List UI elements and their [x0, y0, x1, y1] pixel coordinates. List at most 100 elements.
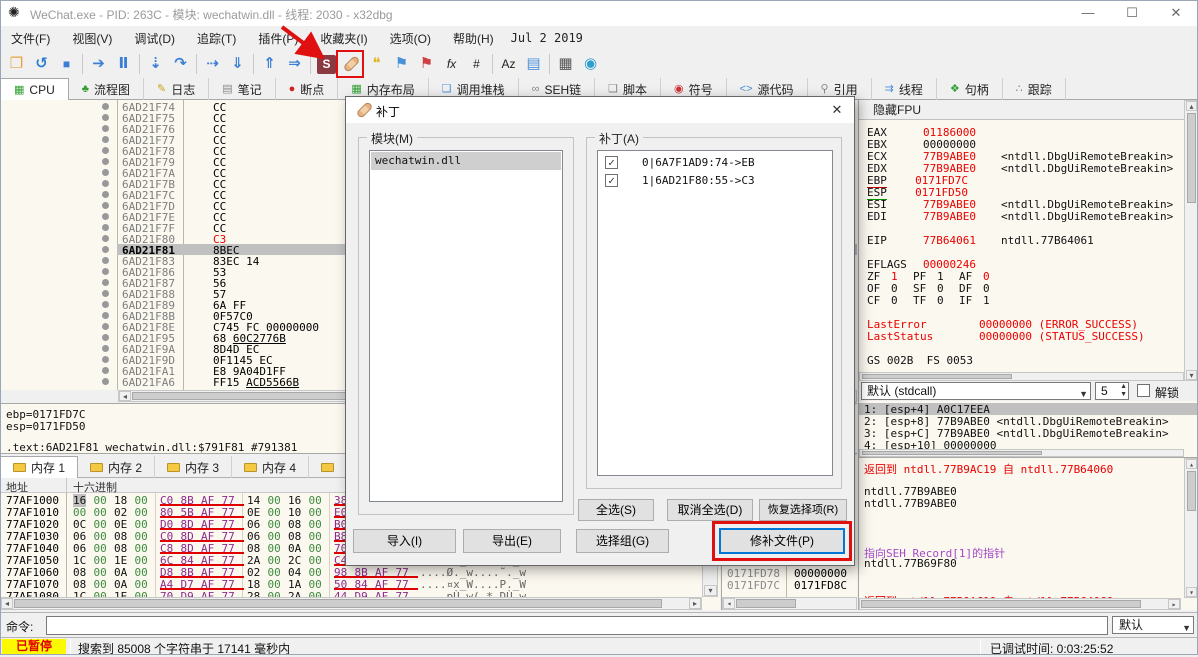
memory-hscrollbar[interactable]: ◂ ▸	[0, 597, 702, 610]
spinner-up-icon[interactable]: ▲	[1120, 383, 1127, 391]
menu-item-0[interactable]: 文件(F)	[0, 27, 61, 50]
breakpoint-dot[interactable]	[102, 312, 109, 319]
breakpoint-dot[interactable]	[102, 246, 109, 253]
stop-icon[interactable]: ■	[54, 52, 79, 76]
memory-tab-1[interactable]: 内存 1	[0, 456, 79, 478]
unlock-checkbox[interactable]	[1137, 384, 1150, 397]
breakpoint-dot[interactable]	[102, 290, 109, 297]
memory-tab-5[interactable]	[309, 456, 348, 478]
tab-notes[interactable]: ▤ 笔记	[209, 78, 276, 100]
comment-icon[interactable]: ❝	[364, 52, 389, 76]
breakpoint-dot[interactable]	[102, 367, 109, 374]
registers-hscrollbar[interactable]	[859, 372, 1184, 381]
detach-icon[interactable]: ⇒	[282, 52, 307, 76]
calling-convention-select[interactable]: 默认 (stdcall) ▼	[861, 382, 1091, 400]
register-row[interactable]: EIP 77B64061 ntdll.77B64061	[867, 234, 1094, 247]
breakpoint-dot[interactable]	[102, 136, 109, 143]
breakpoint-dot[interactable]	[102, 268, 109, 275]
breakpoint-dot[interactable]	[102, 224, 109, 231]
breakpoint-dot[interactable]	[102, 158, 109, 165]
memory-row[interactable]: 77AF1060 08 00 0A 00 D8 8B AF 77 02 00 04 00 98 8B AF 77…	[0, 566, 720, 579]
minimize-button[interactable]: —	[1066, 0, 1110, 26]
registers-vscrollbar[interactable]: ▴ ▾	[1184, 100, 1198, 381]
patch-file-button[interactable]: 修补文件(P)	[719, 528, 845, 554]
hash-icon[interactable]: #	[464, 52, 489, 76]
tab-handles[interactable]: ❖ 句柄	[937, 78, 1003, 100]
breakpoint-dot[interactable]	[102, 378, 109, 385]
patch-list-item[interactable]: ✓ 1|6AD21F80:55->C3	[598, 172, 832, 190]
arguments-rows[interactable]: 1: [esp+4] A0C17EEA 2: [esp+8] 77B9ABE0 <…	[859, 401, 1198, 449]
dialog-close-icon[interactable]: ✕	[824, 101, 850, 119]
stack-row[interactable]: 0171FD78 00000000	[722, 567, 857, 580]
scroll-thumb[interactable]	[1187, 113, 1196, 203]
register-row[interactable]: CF 0 TF 0 IF 1	[867, 294, 1005, 307]
run-to-user-icon[interactable]: ⇢	[200, 52, 225, 76]
execute-till-return-icon[interactable]: ⇑	[257, 52, 282, 76]
step-into-icon[interactable]: ⇣	[143, 52, 168, 76]
step-out-icon[interactable]: ⇓	[225, 52, 250, 76]
menu-item-3[interactable]: 追踪(T)	[186, 27, 247, 50]
menu-item-6[interactable]: 选项(O)	[379, 27, 442, 50]
breakpoint-dot[interactable]	[102, 257, 109, 264]
register-rows[interactable]: EAX 01186000 EBX 00000000 ECX 77B9ABE0 <ntdll.…	[859, 120, 1198, 372]
comments-vscrollbar[interactable]: ▴ ▾	[1184, 458, 1198, 598]
breakpoint-dot[interactable]	[102, 191, 109, 198]
scroll-left-icon[interactable]: ◂	[723, 598, 735, 609]
tab-graph[interactable]: ♣ 流程图	[69, 78, 144, 100]
register-row[interactable]: EDI 77B9ABE0 <ntdll.DbgUiRemoteBreakin>	[867, 210, 1173, 223]
breakpoint-dot[interactable]	[102, 169, 109, 176]
tab-cpu[interactable]: ▦ CPU	[0, 78, 69, 101]
stack-comments-pane[interactable]: 返回到 ntdll.77B9AC19 自 ntdll.77B64060 ntdll…	[859, 457, 1198, 610]
scroll-up-icon[interactable]: ▴	[1186, 459, 1197, 469]
comments-hscrollbar[interactable]: ▸	[859, 598, 1181, 610]
export-button[interactable]: 导出(E)	[463, 529, 561, 553]
import-button[interactable]: 导入(I)	[353, 529, 456, 553]
scroll-thumb[interactable]	[1187, 471, 1196, 511]
restore-selection-button[interactable]: 恢复选择项(R)	[759, 499, 847, 521]
breakpoint-dot[interactable]	[102, 279, 109, 286]
scroll-thumb[interactable]	[14, 599, 662, 608]
strings-icon[interactable]: S	[317, 54, 336, 74]
scroll-thumb[interactable]	[862, 451, 1042, 455]
menu-item-4[interactable]: 插件(P)	[247, 27, 309, 50]
register-row[interactable]: GS 002B FS 0053	[867, 354, 973, 367]
label-icon[interactable]: ⚑	[389, 52, 414, 76]
command-input[interactable]	[46, 616, 1108, 635]
disasm-branch-target[interactable]: ACD5566B	[246, 376, 299, 389]
stack-row[interactable]: 0171FD7C 0171FD8C	[722, 579, 857, 592]
close-button[interactable]: ✕	[1154, 0, 1198, 26]
scroll-down-icon[interactable]: ▾	[1186, 370, 1197, 380]
tab-threads[interactable]: ⇉ 线程	[872, 78, 937, 100]
pause-icon[interactable]: Ⅱ	[111, 52, 136, 76]
memory-row[interactable]: 77AF1080 1C 00 1E 00 70 D9 AF 77 28 00 2A 00 44 D9 AF 77…	[0, 590, 720, 597]
tab-breakpoints[interactable]: ● 断点	[276, 78, 339, 100]
breakpoint-dot[interactable]	[102, 334, 109, 341]
stack-hscrollbar[interactable]: ◂	[722, 597, 857, 610]
scroll-right-icon[interactable]: ▸	[689, 598, 701, 609]
select-all-button[interactable]: 全选(S)	[578, 499, 654, 521]
argument-row[interactable]: 1: [esp+4] A0C17EEA	[859, 403, 1198, 416]
scroll-left-icon[interactable]: ◂	[1, 598, 13, 609]
module-list-item[interactable]: wechatwin.dll	[371, 152, 561, 170]
breakpoint-dot[interactable]	[102, 202, 109, 209]
breakpoint-dot[interactable]	[102, 125, 109, 132]
spinner-down-icon[interactable]: ▼	[1120, 391, 1127, 399]
menu-item-5[interactable]: 收藏夹(I)	[309, 27, 378, 50]
text-icon[interactable]: Az	[496, 52, 521, 76]
memory-row[interactable]: 77AF1070 08 00 0A 00 A4 D7 AF 77 18 00 1A 00 50 84 AF 77…	[0, 578, 720, 591]
scroll-right-icon[interactable]: ▸	[1168, 599, 1180, 609]
modified-bytes-icon[interactable]: ▤	[521, 52, 546, 76]
argument-row[interactable]: 3: [esp+C] 77B9ABE0 <ntdll.DbgUiRemoteBr…	[859, 427, 1198, 440]
scroll-down-icon[interactable]: ▾	[1186, 587, 1197, 597]
breakpoint-dot[interactable]	[102, 103, 109, 110]
select-group-button[interactable]: 选择组(G)	[576, 529, 669, 553]
command-profile-select[interactable]: 默认 ▼	[1112, 616, 1194, 634]
memory-tab-3[interactable]: 内存 3	[155, 456, 233, 478]
globe-icon[interactable]: ◉	[578, 52, 603, 76]
patch-checkbox[interactable]: ✓	[605, 174, 618, 187]
breakpoint-dot[interactable]	[102, 323, 109, 330]
scroll-thumb[interactable]	[861, 600, 1141, 608]
memory-tab-4[interactable]: 内存 4	[232, 456, 310, 478]
breakpoint-dot[interactable]	[102, 147, 109, 154]
bookmark-icon[interactable]: ⚑	[414, 52, 439, 76]
